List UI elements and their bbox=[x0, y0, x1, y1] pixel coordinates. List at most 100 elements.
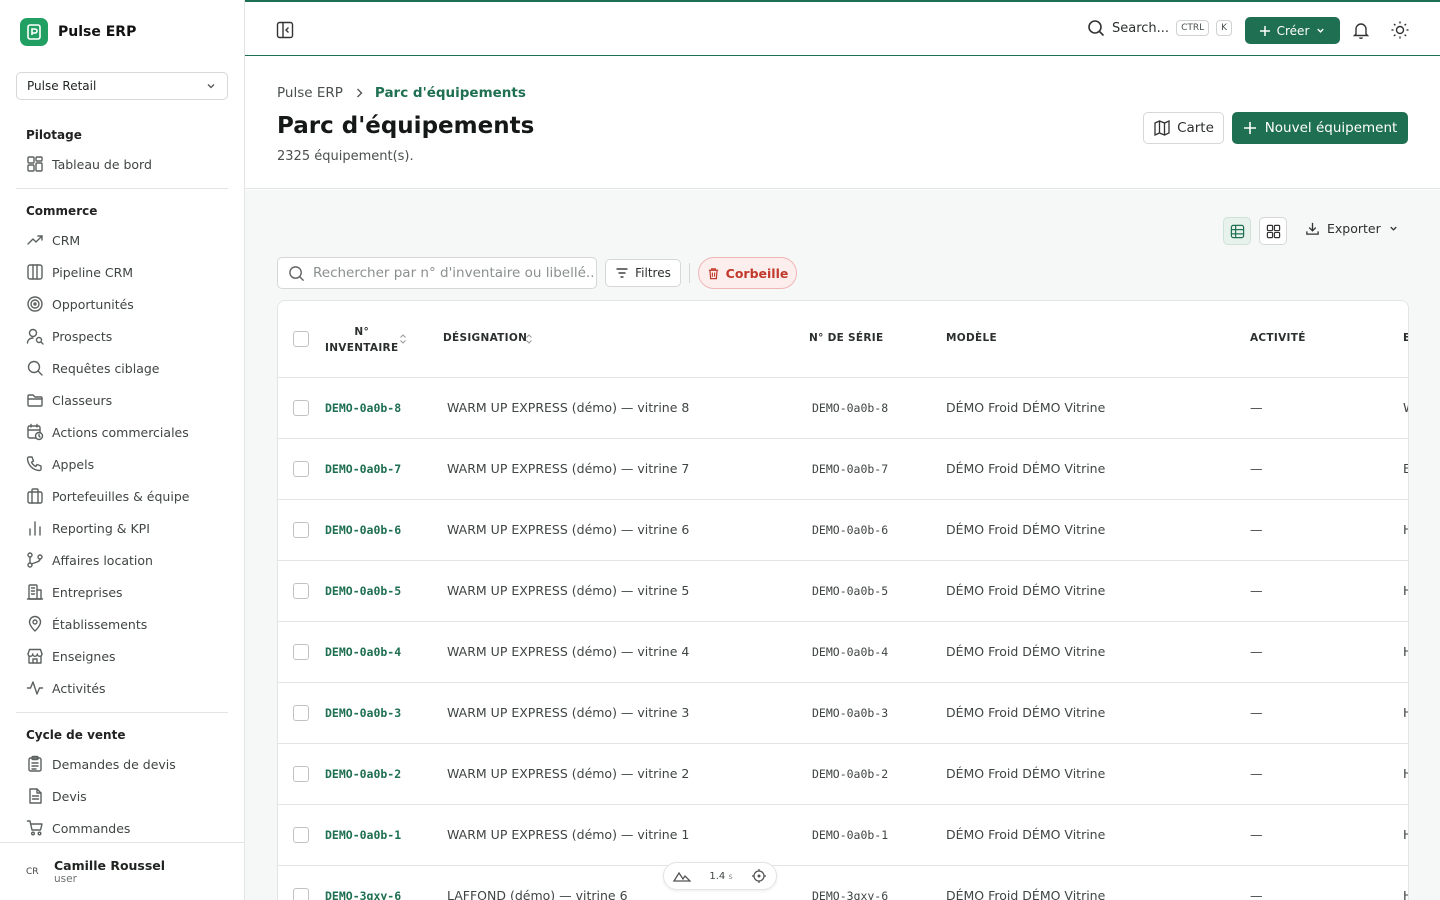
cell-inventory[interactable]: DEMO-0a0b-4 bbox=[325, 645, 401, 659]
row-checkbox[interactable] bbox=[293, 766, 309, 782]
row-checkbox[interactable] bbox=[293, 583, 309, 599]
sidebar-nav: Pilotage Tableau de bord Commerce CRM Pipeli… bbox=[16, 122, 228, 844]
shortcut-k: K bbox=[1216, 20, 1233, 36]
cell-inventory[interactable]: DEMO-0a0b-6 bbox=[325, 523, 401, 537]
table-row[interactable]: DEMO-0a0b-3 WARM UP EXPRESS (démo) — vitr… bbox=[278, 683, 1408, 744]
sidebar-item[interactable]: Actions commerciales bbox=[16, 416, 228, 448]
cell-next-column: H bbox=[1403, 827, 1408, 842]
table-row[interactable]: DEMO-3qxy-6 LAFFOND (démo) — vitrine 6 DEM… bbox=[278, 866, 1408, 900]
cell-inventory[interactable]: DEMO-0a0b-8 bbox=[325, 401, 401, 415]
row-checkbox[interactable] bbox=[293, 461, 309, 477]
table-row[interactable]: DEMO-0a0b-6 WARM UP EXPRESS (démo) — vitr… bbox=[278, 500, 1408, 561]
table-body: DEMO-0a0b-8 WARM UP EXPRESS (démo) — vitr… bbox=[278, 378, 1408, 900]
cell-serial: DEMO-3qxy-6 bbox=[812, 889, 889, 900]
page-title: Parc d'équipements bbox=[277, 113, 535, 139]
column-serial[interactable]: N° DE SÉRIE bbox=[809, 332, 883, 344]
column-designation[interactable]: DÉSIGNATION bbox=[443, 332, 527, 344]
cell-inventory[interactable]: DEMO-0a0b-5 bbox=[325, 584, 401, 598]
column-inventory[interactable]: N° INVENTAIRE bbox=[325, 324, 398, 356]
select-all-checkbox[interactable] bbox=[293, 331, 309, 347]
table-row[interactable]: DEMO-0a0b-8 WARM UP EXPRESS (démo) — vitr… bbox=[278, 378, 1408, 439]
nav-section-title: Pilotage bbox=[26, 128, 82, 142]
table-row[interactable]: DEMO-0a0b-7 WARM UP EXPRESS (démo) — vitr… bbox=[278, 439, 1408, 500]
bar-chart-icon bbox=[29, 521, 41, 536]
table-row[interactable]: DEMO-0a0b-5 WARM UP EXPRESS (démo) — vitr… bbox=[278, 561, 1408, 622]
table-row[interactable]: DEMO-0a0b-2 WARM UP EXPRESS (démo) — vitr… bbox=[278, 744, 1408, 805]
cell-model: DÉMO Froid DÉMO Vitrine bbox=[946, 400, 1106, 415]
create-button[interactable]: Créer bbox=[1245, 17, 1340, 44]
file-text-icon bbox=[29, 788, 42, 804]
cell-inventory[interactable]: DEMO-0a0b-3 bbox=[325, 706, 401, 720]
global-search-button[interactable]: Search... CTRL K bbox=[1087, 19, 1233, 37]
sidebar: Pulse ERP Pulse Retail Pilotage Tableau d… bbox=[0, 0, 245, 900]
sort-icon[interactable] bbox=[525, 333, 533, 345]
sidebar-item[interactable]: Commandes bbox=[16, 812, 228, 844]
table-row[interactable]: DEMO-0a0b-4 WARM UP EXPRESS (démo) — vitr… bbox=[278, 622, 1408, 683]
brand[interactable]: Pulse ERP bbox=[20, 18, 136, 46]
column-activity[interactable]: ACTIVITÉ bbox=[1250, 332, 1306, 344]
sidebar-item[interactable]: Tableau de bord bbox=[16, 148, 228, 180]
row-checkbox[interactable] bbox=[293, 888, 309, 900]
sidebar-item[interactable]: Appels bbox=[16, 448, 228, 480]
organization-select[interactable]: Pulse Retail bbox=[16, 72, 228, 100]
sidebar-item[interactable]: Reporting & KPI bbox=[16, 512, 228, 544]
sidebar-item[interactable]: Prospects bbox=[16, 320, 228, 352]
row-checkbox[interactable] bbox=[293, 644, 309, 660]
sidebar-item[interactable]: CRM bbox=[16, 224, 228, 256]
mountain-icon[interactable] bbox=[673, 869, 692, 883]
column-model[interactable]: MODÈLE bbox=[946, 332, 997, 344]
table-view-toggle[interactable] bbox=[1223, 217, 1251, 245]
cell-inventory[interactable]: DEMO-0a0b-1 bbox=[325, 828, 401, 842]
cell-model: DÉMO Froid DÉMO Vitrine bbox=[946, 888, 1106, 900]
avatar: CR bbox=[26, 866, 39, 877]
equipment-search-input[interactable] bbox=[313, 265, 593, 281]
column-next[interactable]: E bbox=[1403, 332, 1408, 344]
sidebar-toggle-icon[interactable] bbox=[275, 20, 295, 40]
sidebar-item[interactable]: Devis bbox=[16, 780, 228, 812]
crosshair-icon[interactable] bbox=[751, 868, 767, 884]
sidebar-item-label: Tableau de bord bbox=[52, 156, 152, 172]
cell-inventory[interactable]: DEMO-0a0b-2 bbox=[325, 767, 401, 781]
row-checkbox[interactable] bbox=[293, 522, 309, 538]
map-icon bbox=[1154, 119, 1170, 137]
sidebar-item[interactable]: Pipeline CRM bbox=[16, 256, 228, 288]
calendar-clock-icon bbox=[27, 423, 44, 441]
search-icon bbox=[1088, 20, 1105, 37]
grid-view-toggle[interactable] bbox=[1259, 217, 1287, 245]
sidebar-item[interactable]: Activités bbox=[16, 672, 228, 704]
sidebar-item[interactable]: Enseignes bbox=[16, 640, 228, 672]
sidebar-item-label: Appels bbox=[52, 456, 95, 472]
cell-inventory[interactable]: DEMO-0a0b-7 bbox=[325, 462, 401, 476]
sidebar-item[interactable]: Affaires location bbox=[16, 544, 228, 576]
theme-sun-icon[interactable] bbox=[1390, 20, 1410, 40]
trash-button[interactable]: Corbeille bbox=[698, 257, 797, 289]
cell-inventory[interactable]: DEMO-3qxy-6 bbox=[325, 889, 401, 900]
nav-separator bbox=[16, 188, 228, 189]
map-button[interactable]: Carte bbox=[1143, 112, 1224, 144]
breadcrumb-root-link[interactable]: Pulse ERP bbox=[277, 85, 343, 101]
sidebar-item[interactable]: Portefeuilles & équipe bbox=[16, 480, 228, 512]
new-equipment-button[interactable]: Nouvel équipement bbox=[1232, 112, 1408, 144]
sidebar-item[interactable]: Demandes de devis bbox=[16, 748, 228, 780]
sidebar-item[interactable]: Entreprises bbox=[16, 576, 228, 608]
chevron-down-icon bbox=[207, 84, 215, 89]
sort-icon[interactable] bbox=[399, 333, 407, 345]
user-role: user bbox=[54, 873, 77, 885]
chevron-down-icon bbox=[1317, 28, 1325, 33]
export-button[interactable]: Exporter bbox=[1305, 221, 1399, 236]
sidebar-item[interactable]: Établissements bbox=[16, 608, 228, 640]
table-icon bbox=[1230, 224, 1244, 238]
filters-button[interactable]: Filtres bbox=[605, 259, 681, 287]
notifications-bell-icon[interactable] bbox=[1351, 20, 1371, 40]
target-icon bbox=[27, 296, 43, 312]
sidebar-item[interactable]: Classeurs bbox=[16, 384, 228, 416]
table-row[interactable]: DEMO-0a0b-1 WARM UP EXPRESS (démo) — vitr… bbox=[278, 805, 1408, 866]
row-checkbox[interactable] bbox=[293, 400, 309, 416]
sidebar-item[interactable]: Opportunités bbox=[16, 288, 228, 320]
sidebar-item[interactable]: Requêtes ciblage bbox=[16, 352, 228, 384]
store-icon bbox=[27, 648, 43, 664]
user-menu[interactable]: CR Camille Roussel user bbox=[0, 842, 244, 900]
row-checkbox[interactable] bbox=[293, 827, 309, 843]
cell-activity: — bbox=[1250, 400, 1263, 415]
row-checkbox[interactable] bbox=[293, 705, 309, 721]
